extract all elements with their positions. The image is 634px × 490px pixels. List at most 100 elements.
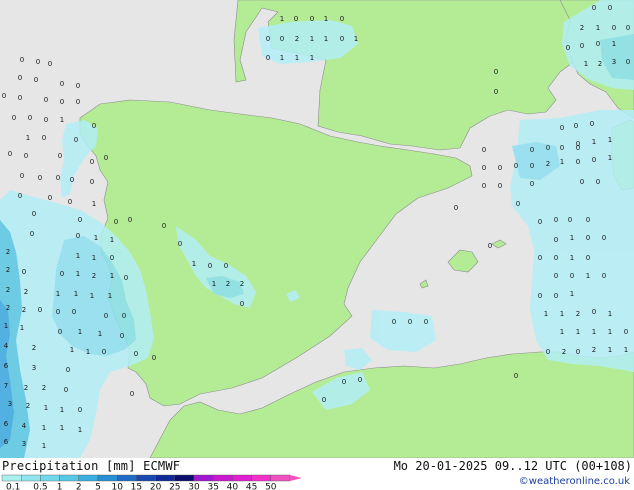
rain-amount-label: 0 — [554, 216, 558, 224]
rain-amount-label: 0 — [596, 178, 600, 186]
rain-amount-label: 1 — [608, 136, 612, 144]
rain-amount-label: 2 — [226, 280, 230, 288]
rain-amount-label: 0 — [530, 162, 534, 170]
rain-amount-label: 0 — [408, 318, 412, 326]
legend-tick-label: 50 — [265, 483, 277, 490]
rain-amount-label: 0 — [110, 254, 114, 262]
rain-amount-label: 2 — [6, 248, 10, 256]
rain-amount-label: 3 — [612, 58, 616, 66]
rain-amount-label: 0 — [586, 254, 590, 262]
rain-amount-label: 0 — [44, 116, 48, 124]
legend-tick-label: 45 — [246, 483, 257, 490]
rain-amount-label: 1 — [92, 254, 96, 262]
rain-amount-label: 0 — [310, 15, 314, 23]
rain-amount-label: 0 — [24, 152, 28, 160]
rain-amount-label: 1 — [70, 346, 74, 354]
rain-amount-label: 0 — [20, 172, 24, 180]
rain-amount-label: 0 — [130, 390, 134, 398]
legend-tick-label: 40 — [227, 483, 239, 490]
rain-amount-label: 0 — [566, 44, 570, 52]
rain-amount-label: 1 — [592, 328, 596, 336]
rain-amount-label: 1 — [295, 54, 299, 62]
legend-tick-label: 30 — [188, 483, 200, 490]
rain-amount-label: 0 — [602, 272, 606, 280]
rain-amount-label: 1 — [192, 260, 196, 268]
rain-amount-label: 0 — [134, 350, 138, 358]
rain-amount-label: 0 — [580, 42, 584, 50]
rain-amount-label: 0 — [208, 262, 212, 270]
rain-amount-label: 1 — [280, 15, 284, 23]
rain-amount-label: 2 — [580, 24, 584, 32]
rain-amount-label: 1 — [570, 234, 574, 242]
rain-amount-label: 1 — [98, 330, 102, 338]
rain-amount-label: 1 — [108, 292, 112, 300]
rain-amount-label: 0 — [90, 158, 94, 166]
rain-amount-label: 3 — [32, 364, 36, 372]
rain-amount-label: 1 — [60, 424, 64, 432]
rain-amount-label: 0 — [322, 396, 326, 404]
rain-amount-label: 0 — [576, 144, 580, 152]
rain-amount-label: 0 — [514, 372, 518, 380]
rain-amount-label: 1 — [624, 346, 628, 354]
legend-swatch — [174, 474, 195, 482]
rain-amount-label: 0 — [340, 15, 344, 23]
rain-amount-label: 0 — [538, 254, 542, 262]
rain-amount-label: 0 — [58, 152, 62, 160]
rain-amount-label: 1 — [592, 138, 596, 146]
rain-amount-label: 0 — [554, 254, 558, 262]
legend-swatch — [232, 474, 252, 482]
rain-amount-label: 1 — [78, 426, 82, 434]
rain-amount-label: 0 — [454, 204, 458, 212]
rain-amount-label: 0 — [48, 194, 52, 202]
legend-swatch — [59, 474, 79, 482]
rain-amount-label: 0 — [20, 56, 24, 64]
rain-amount-label: 0 — [488, 242, 492, 250]
rain-amount-label: 0 — [30, 230, 34, 238]
rain-amount-label: 0 — [74, 136, 78, 144]
rain-amount-label: 1 — [42, 442, 46, 450]
legend-swatch — [136, 474, 156, 482]
rain-amount-label: 1 — [310, 35, 314, 43]
rain-amount-label: 2 — [26, 402, 30, 410]
credit-link[interactable]: ©weatheronline.co.uk — [519, 476, 630, 487]
rain-amount-label: 0 — [392, 318, 396, 326]
map-title: Precipitation [mm] ECMWF — [2, 459, 181, 473]
rain-amount-label: 0 — [38, 174, 42, 182]
rain-amount-label: 0 — [66, 366, 70, 374]
rain-amount-label: 0 — [76, 98, 80, 106]
rain-amount-label: 0 — [28, 114, 32, 122]
rain-amount-label: 0 — [624, 328, 628, 336]
rain-amount-label: 1 — [78, 328, 82, 336]
rain-amount-label: 0 — [114, 218, 118, 226]
rain-amount-label: 0 — [514, 162, 518, 170]
rain-amount-label: 2 — [6, 266, 10, 274]
rain-amount-label: 1 — [310, 54, 314, 62]
rain-amount-label: 2 — [6, 304, 10, 312]
rain-amount-label: 0 — [58, 328, 62, 336]
rain-amount-label: 0 — [104, 312, 108, 320]
rain-amount-label: 0 — [152, 354, 156, 362]
rain-amount-label: 0 — [60, 80, 64, 88]
rain-amount-label: 1 — [20, 324, 24, 332]
rain-amount-label: 1 — [608, 328, 612, 336]
rain-amount-label: 1 — [608, 154, 612, 162]
rain-amount-label: 0 — [560, 144, 564, 152]
rain-amount-label: 0 — [48, 60, 52, 68]
rain-amount-label: 0 — [538, 292, 542, 300]
rain-amount-label: 0 — [294, 15, 298, 23]
rain-amount-label: 1 — [560, 328, 564, 336]
rain-amount-label: 0 — [42, 134, 46, 142]
rain-amount-label: 0 — [342, 378, 346, 386]
legend-tick-label: 0.1 — [6, 483, 20, 490]
rain-amount-label: 0 — [44, 96, 48, 104]
rain-amount-label: 1 — [612, 40, 616, 48]
rain-amount-label: 0 — [32, 210, 36, 218]
rain-amount-label: 0 — [56, 308, 60, 316]
rain-amount-label: 0 — [102, 348, 106, 356]
rain-amount-label: 0 — [554, 236, 558, 244]
rain-amount-label: 0 — [482, 146, 486, 154]
rain-amount-label: 0 — [64, 386, 68, 394]
rain-amount-label: 3 — [22, 440, 26, 448]
rain-amount-label: 1 — [560, 158, 564, 166]
rain-amount-label: 0 — [266, 35, 270, 43]
